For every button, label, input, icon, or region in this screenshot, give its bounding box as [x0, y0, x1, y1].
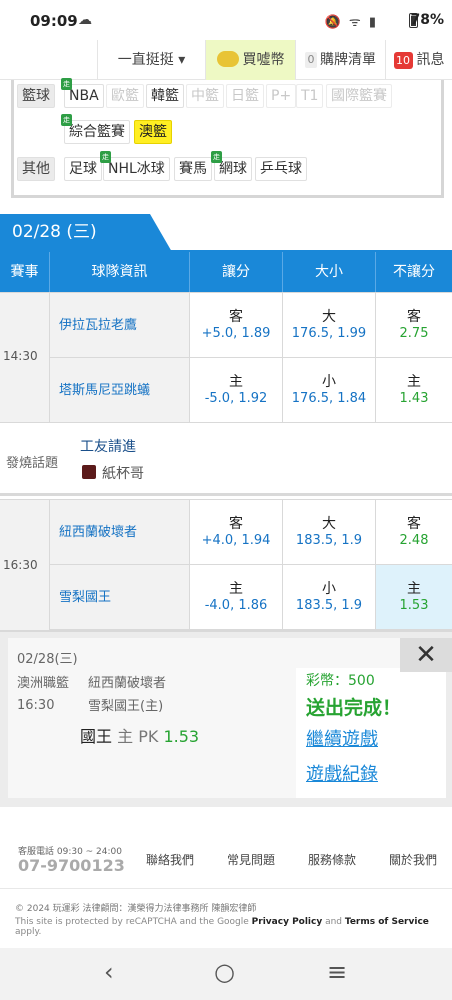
privacy-policy-link[interactable]: Privacy Policy — [252, 917, 323, 927]
avatar — [82, 465, 96, 479]
signal-icons: 🔕 ᯤ ▮ — [324, 15, 378, 30]
header-spread: 讓分 — [190, 252, 283, 292]
slip-team-away: 紐西蘭破壞者 — [88, 676, 167, 691]
cloud-icon: ☁ — [78, 12, 92, 28]
slip-team-home: 雪梨國王(主) — [88, 699, 164, 714]
close-icon[interactable]: ✕ — [400, 638, 452, 672]
back-icon[interactable]: ‹ — [104, 958, 114, 986]
continue-game-link[interactable]: 繼續遊戲 — [306, 725, 378, 751]
game-time-cell: 14:30 — [0, 293, 50, 422]
buy-coins-button[interactable]: 買噓幣 — [205, 40, 295, 80]
home-icon[interactable]: ○ — [214, 958, 235, 986]
game-history-link[interactable]: 遊戲紀錄 — [306, 760, 378, 786]
zou-badge: 走 — [211, 151, 222, 163]
tag-nhl[interactable]: 走 NHL冰球 — [100, 151, 170, 181]
zou-badge: 走 — [100, 151, 111, 163]
tag-tennis[interactable]: 走網球 — [211, 151, 252, 181]
sport-filter-panel: 籃球 走 NBA 歐籃 韓籃 中籃 日籃 P+ T1 國際籃賽 走綜合籃賽 澳籃 … — [11, 78, 444, 198]
tag-japan[interactable]: 日籃 — [226, 84, 264, 108]
odds-ml-home[interactable]: 主 1.43 — [376, 358, 452, 423]
odds-total-over[interactable]: 大 183.5, 1.9 — [283, 500, 376, 565]
cart-count-badge: 0 — [305, 52, 317, 68]
buy-coins-label: 買噓幣 — [242, 52, 285, 68]
header-team: 球隊資訊 — [50, 252, 190, 292]
odds-ml-home-selected[interactable]: 主 1.53 — [376, 565, 452, 630]
slip-date: 02/28(三) — [17, 652, 78, 667]
tag-euro[interactable]: 歐籃 — [106, 84, 144, 108]
game-row: 14:30 伊拉瓦拉老鷹 客 +5.0, 1.89 大 176.5, 1.99 客2… — [0, 292, 452, 423]
footer: 客服電話 09:30 ~ 24:00 07-9700123 聯絡我們 常見問題 … — [0, 808, 452, 948]
odds-spread-home[interactable]: 主 -4.0, 1.86 — [190, 565, 283, 630]
game-time: 14:30 — [3, 349, 38, 363]
team-away[interactable]: 伊拉瓦拉老鷹 — [50, 293, 190, 358]
odds-ml-away[interactable]: 客 2.48 — [376, 500, 452, 565]
zou-badge: 走 — [61, 114, 72, 126]
bet-confirmation-popup: ✕ 02/28(三) 澳洲職籃 16:30 紐西蘭破壞者 雪梨國王(主) 國王 … — [0, 631, 452, 807]
odds-total-under[interactable]: 小 176.5, 1.84 — [283, 358, 376, 423]
tag-general-basketball[interactable]: 走綜合籃賽 — [61, 114, 130, 144]
recents-icon[interactable]: ≡ — [327, 958, 347, 986]
tag-pplus[interactable]: P+ — [266, 84, 297, 108]
footer-link-about[interactable]: 關於我們 — [389, 851, 437, 868]
tag-international[interactable]: 國際籃賽 — [326, 84, 392, 108]
odds-total-over[interactable]: 大 176.5, 1.99 — [283, 293, 376, 358]
table-header: 賽事 球隊資訊 讓分 大小 不讓分 — [0, 252, 452, 292]
tag-korea[interactable]: 韓籃 — [146, 84, 184, 108]
date-tab[interactable]: 02/28 (三) — [0, 214, 172, 252]
battery-percent: 78% — [410, 12, 444, 28]
odds-ml-away[interactable]: 客 2.75 — [376, 293, 452, 358]
coin-amount: 彩幣：500 — [306, 673, 375, 689]
user-menu[interactable]: 一直挺挺 ▾ — [97, 40, 205, 80]
odds-spread-away[interactable]: 客 +4.0, 1.94 — [190, 500, 283, 565]
tag-nba[interactable]: 走 NBA — [61, 78, 104, 108]
cart-button[interactable]: 0 購牌清單 — [295, 40, 385, 80]
sent-message: 送出完成！ — [306, 697, 402, 719]
header-moneyline: 不讓分 — [393, 264, 435, 280]
clock: 09:09 — [30, 12, 78, 30]
tag-australia[interactable]: 澳籃 — [134, 120, 172, 144]
basketball-label: 籃球 — [17, 84, 55, 108]
odds-spread-home[interactable]: 主 -5.0, 1.92 — [190, 358, 283, 423]
header-event: 賽事 — [0, 252, 50, 292]
zou-badge: 走 — [61, 78, 72, 90]
odds-spread-away[interactable]: 客 +5.0, 1.89 — [190, 293, 283, 358]
tag-horse-racing[interactable]: 賽馬 — [174, 157, 212, 181]
recaptcha-notice: This site is protected by reCAPTCHA and … — [15, 917, 429, 937]
cart-label: 購牌清單 — [320, 52, 376, 68]
messages-button[interactable]: 10 訊息 — [385, 40, 452, 80]
footer-divider — [0, 888, 452, 889]
hot-topic-title[interactable]: 工友請進 — [80, 436, 136, 456]
footer-link-faq[interactable]: 常見問題 — [227, 851, 275, 868]
team-away[interactable]: 紐西蘭破壞者 — [50, 500, 190, 565]
coin-icon — [216, 51, 239, 67]
tag-china[interactable]: 中籃 — [186, 84, 224, 108]
slip-time: 16:30 — [17, 698, 55, 713]
hot-topic: 發燒話題 工友請進 紙杯哥 — [0, 424, 452, 496]
game-row: 16:30 紐西蘭破壞者 客 +4.0, 1.94 大 183.5, 1.9 客 2.… — [0, 499, 452, 631]
other-label: 其他 — [17, 157, 55, 181]
game-time-cell: 16:30 — [0, 500, 50, 630]
header-total: 大小 — [283, 252, 376, 292]
message-count-badge: 10 — [393, 51, 413, 69]
tag-t1[interactable]: T1 — [296, 84, 324, 108]
footer-link-terms[interactable]: 服務條款 — [308, 851, 356, 868]
slip-pick: 國王 主 PK 1.53 — [80, 727, 200, 746]
team-home[interactable]: 塔斯馬尼亞跳蟻 — [50, 358, 190, 423]
hot-topic-label: 發燒話題 — [6, 456, 59, 471]
messages-label: 訊息 — [416, 52, 445, 68]
top-nav: 一直挺挺 ▾ 買噓幣 0 購牌清單 10 訊息 — [0, 40, 452, 80]
game-time: 16:30 — [3, 558, 38, 572]
android-nav-bar: ‹ ○ ≡ — [0, 948, 452, 1000]
copyright: © 2024 玩運彩 法律顧問：漢榮得力法律事務所 陳韻宏律師 — [15, 904, 257, 914]
status-bar: 09:09 ☁ 🔕 ᯤ ▮ 78% — [0, 0, 452, 40]
terms-of-service-link[interactable]: Terms of Service — [345, 917, 429, 927]
team-home[interactable]: 雪梨國王 — [50, 565, 190, 630]
slip-league: 澳洲職籃 — [17, 676, 70, 691]
tag-table-tennis[interactable]: 乒乓球 — [255, 157, 307, 181]
odds-total-under[interactable]: 小 183.5, 1.9 — [283, 565, 376, 630]
phone-number[interactable]: 07-9700123 — [18, 856, 125, 875]
hot-topic-user[interactable]: 紙杯哥 — [102, 463, 144, 483]
footer-link-contact[interactable]: 聯絡我們 — [146, 851, 194, 868]
tag-soccer[interactable]: 足球 — [64, 157, 102, 181]
